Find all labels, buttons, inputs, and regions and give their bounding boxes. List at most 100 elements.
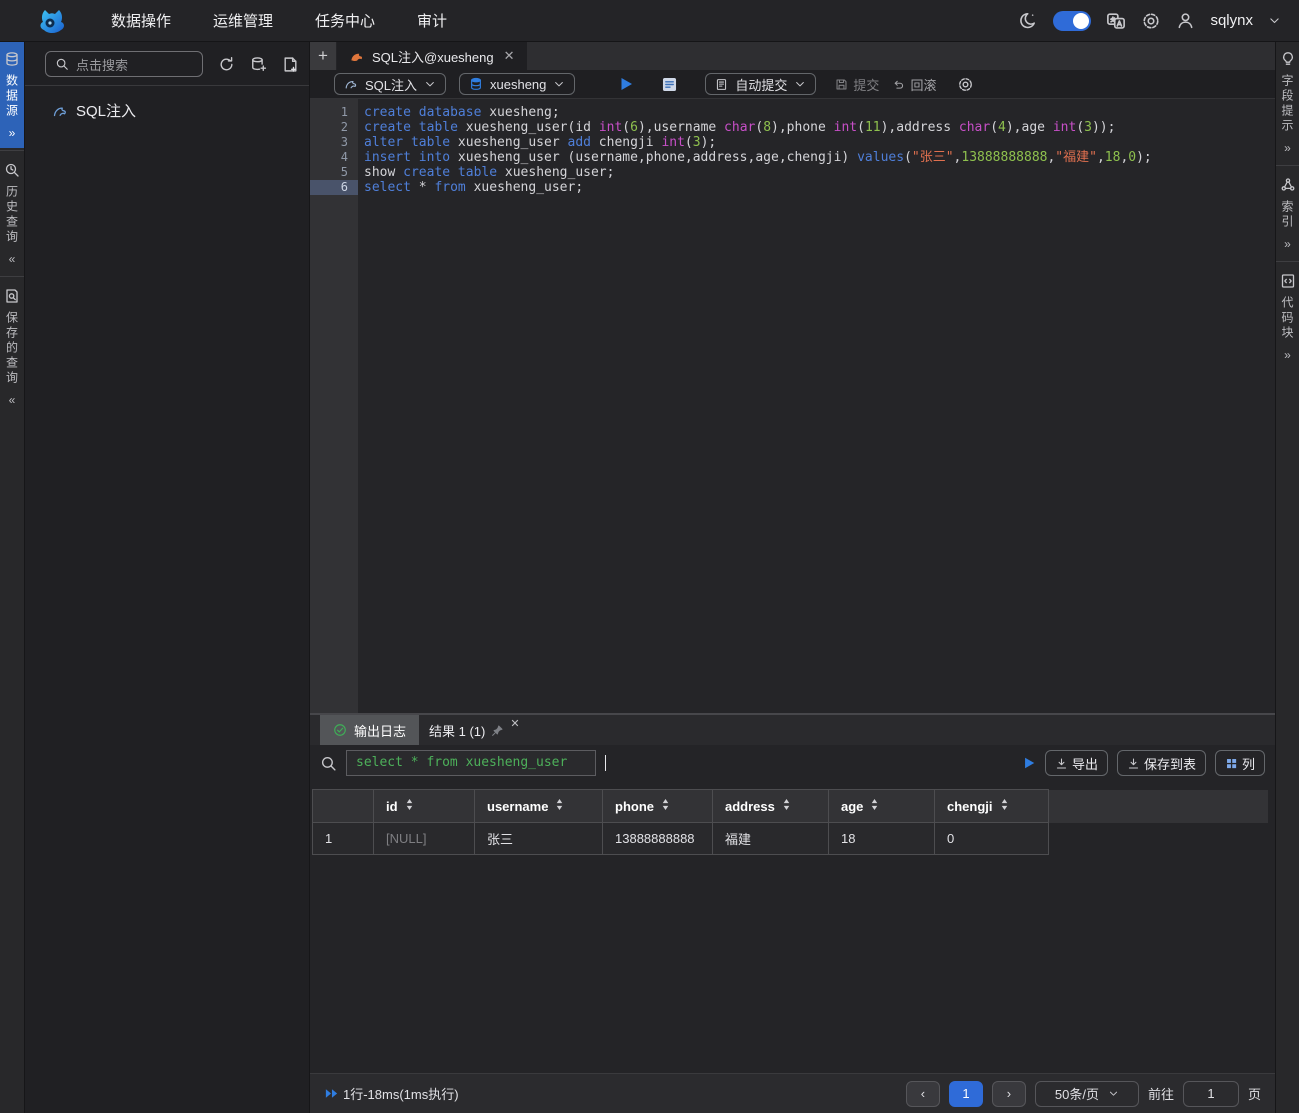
rail-item-label: 索引 bbox=[1279, 200, 1296, 230]
chevron-down-icon bbox=[794, 78, 806, 90]
filter-run-button[interactable] bbox=[1022, 756, 1036, 770]
connection-select[interactable]: SQL注入 bbox=[334, 73, 446, 95]
save-to-table-button[interactable]: 保存到表 bbox=[1117, 750, 1206, 776]
theme-toggle[interactable] bbox=[1053, 11, 1091, 31]
database-value: xuesheng bbox=[490, 77, 546, 92]
prev-page-button[interactable]: ‹ bbox=[906, 1081, 940, 1107]
topbar-menu-3[interactable]: 审计 bbox=[396, 10, 468, 31]
topbar-menu-1[interactable]: 运维管理 bbox=[192, 10, 294, 31]
mysql-dolphin-icon bbox=[52, 103, 68, 119]
rail-collapse-arrow[interactable]: » bbox=[9, 126, 16, 140]
rail-collapse-arrow[interactable]: » bbox=[1284, 141, 1291, 155]
rail-item-字段提示[interactable]: 字段提示» bbox=[1276, 42, 1299, 163]
result-table[interactable]: idusernamephoneaddressagechengji 1[NULL]… bbox=[312, 789, 1268, 855]
rail-collapse-arrow[interactable]: » bbox=[1284, 348, 1291, 362]
sort-arrows-icon[interactable] bbox=[869, 798, 880, 811]
rail-item-历史查询[interactable]: 历史查询 « bbox=[0, 153, 24, 274]
language-switch-icon[interactable] bbox=[1106, 11, 1126, 31]
column-header-phone[interactable]: phone bbox=[603, 790, 713, 823]
table-cell[interactable]: 13888888888 bbox=[603, 823, 713, 855]
pagination: ‹ 1 › 50条/页 前往 1 页 bbox=[906, 1081, 1261, 1107]
output-log-tab-label: 输出日志 bbox=[354, 721, 406, 740]
result-grid-area: idusernamephoneaddressagechengji 1[NULL]… bbox=[310, 781, 1275, 1073]
table-row[interactable]: 1[NULL]张三13888888888福建180 bbox=[313, 823, 1269, 855]
next-page-button[interactable]: › bbox=[992, 1081, 1026, 1107]
result-query-row: select * from xuesheng_user 导出 保存到表 bbox=[310, 745, 1275, 781]
run-button[interactable] bbox=[618, 76, 634, 92]
tab-dolphin-icon bbox=[349, 49, 364, 64]
left-rail: 数据源» 历史查询 « 保存的查询 « bbox=[0, 42, 25, 1113]
tab-close-icon[interactable]: ✕ bbox=[504, 48, 515, 64]
sql-editor[interactable]: 123456 create database xuesheng;create t… bbox=[310, 98, 1275, 713]
dark-mode-moon-icon bbox=[1019, 11, 1038, 30]
sort-arrows-icon[interactable] bbox=[554, 798, 565, 811]
new-tab-button[interactable]: + bbox=[310, 42, 337, 70]
export-button[interactable]: 导出 bbox=[1045, 750, 1108, 776]
table-cell[interactable]: 18 bbox=[829, 823, 935, 855]
user-menu-chevron-down-icon[interactable] bbox=[1268, 14, 1281, 27]
line-number: 4 bbox=[310, 150, 358, 165]
username-label[interactable]: sqlynx bbox=[1210, 12, 1253, 29]
column-header-age[interactable]: age bbox=[829, 790, 935, 823]
output-log-tab[interactable]: 输出日志 bbox=[320, 715, 419, 745]
column-header-username[interactable]: username bbox=[475, 790, 603, 823]
datasource-tree-item[interactable]: SQL注入 bbox=[25, 86, 309, 121]
execution-plan-icon[interactable] bbox=[661, 76, 678, 93]
result-tab[interactable]: 结果 1 (1) ✕ bbox=[419, 715, 530, 745]
settings-gear-icon[interactable] bbox=[1141, 11, 1161, 31]
table-cell[interactable]: [NULL] bbox=[374, 823, 475, 855]
table-cell[interactable]: 0 bbox=[935, 823, 1049, 855]
database-icon bbox=[4, 51, 20, 67]
rail-item-label: 保存的查询 bbox=[4, 311, 21, 386]
editor-tab-title: SQL注入@xuesheng bbox=[372, 47, 494, 66]
goto-page-input[interactable]: 1 bbox=[1183, 1081, 1239, 1107]
editor-code[interactable]: create database xuesheng;create table xu… bbox=[358, 99, 1275, 713]
user-avatar-icon[interactable] bbox=[1176, 11, 1195, 30]
rail-item-代码块[interactable]: 代码块» bbox=[1276, 264, 1299, 370]
rail-collapse-arrow[interactable]: « bbox=[9, 393, 16, 407]
pin-icon[interactable] bbox=[491, 724, 504, 737]
columns-label: 列 bbox=[1242, 754, 1255, 773]
datasource-panel: 点击搜索 SQL注入 bbox=[25, 42, 310, 1113]
sort-arrows-icon[interactable] bbox=[404, 798, 415, 811]
column-header-chengji[interactable]: chengji bbox=[935, 790, 1049, 823]
commit-mode-select[interactable]: 自动提交 bbox=[705, 73, 816, 95]
column-header-address[interactable]: address bbox=[713, 790, 829, 823]
add-datasource-icon[interactable] bbox=[250, 56, 267, 73]
rollback-button[interactable]: 回滚 bbox=[892, 75, 936, 94]
sort-arrows-icon[interactable] bbox=[660, 798, 671, 811]
page-size-value: 50条/页 bbox=[1055, 1084, 1099, 1103]
search-placeholder: 点击搜索 bbox=[76, 55, 128, 74]
result-tab-close-icon[interactable]: ✕ bbox=[510, 717, 519, 730]
page-size-select[interactable]: 50条/页 bbox=[1035, 1081, 1139, 1107]
table-cell[interactable]: 1 bbox=[313, 823, 374, 855]
tree-search-input[interactable]: 点击搜索 bbox=[45, 51, 203, 77]
rollback-icon bbox=[892, 78, 905, 91]
columns-button[interactable]: 列 bbox=[1215, 750, 1265, 776]
database-select[interactable]: xuesheng bbox=[459, 73, 575, 95]
editor-settings-gear-icon[interactable] bbox=[957, 76, 974, 93]
refresh-icon[interactable] bbox=[218, 56, 235, 73]
editor-tab-active[interactable]: SQL注入@xuesheng ✕ bbox=[337, 42, 527, 70]
topbar-menu-2[interactable]: 任务中心 bbox=[294, 10, 396, 31]
rail-collapse-arrow[interactable]: » bbox=[1284, 237, 1291, 251]
table-cell[interactable]: 福建 bbox=[713, 823, 829, 855]
rail-collapse-arrow[interactable]: « bbox=[9, 252, 16, 266]
connection-dolphin-icon bbox=[344, 77, 358, 91]
sort-arrows-icon[interactable] bbox=[781, 798, 792, 811]
commit-label: 提交 bbox=[853, 75, 879, 94]
rail-item-label: 历史查询 bbox=[4, 185, 21, 245]
current-page-button[interactable]: 1 bbox=[949, 1081, 983, 1107]
sort-arrows-icon[interactable] bbox=[999, 798, 1010, 811]
code-line: create table xuesheng_user(id int(6),use… bbox=[364, 120, 1275, 135]
export-label: 导出 bbox=[1072, 754, 1098, 773]
result-filter-input[interactable] bbox=[605, 750, 1013, 776]
rail-item-保存的查询[interactable]: 保存的查询 « bbox=[0, 279, 24, 415]
new-query-file-icon[interactable] bbox=[282, 56, 299, 73]
rail-item-索引[interactable]: 索引 » bbox=[1276, 168, 1299, 259]
rail-item-数据源[interactable]: 数据源» bbox=[0, 42, 24, 148]
code-line: show create table xuesheng_user; bbox=[364, 165, 1275, 180]
column-header-id[interactable]: id bbox=[374, 790, 475, 823]
topbar-menu-0[interactable]: 数据操作 bbox=[90, 10, 192, 31]
table-cell[interactable]: 张三 bbox=[475, 823, 603, 855]
